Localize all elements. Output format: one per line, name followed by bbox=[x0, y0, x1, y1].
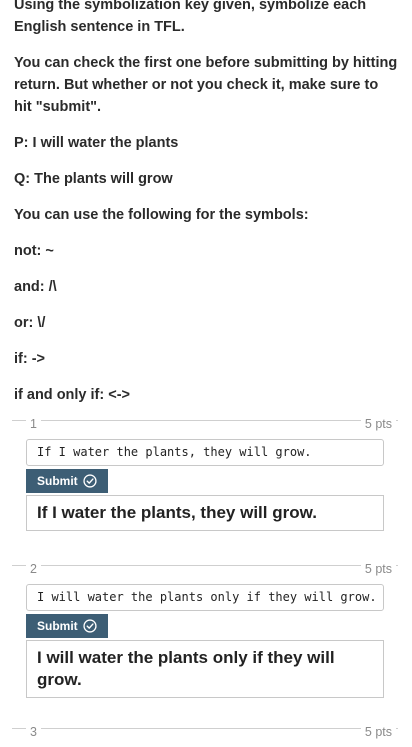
question-1: 1 5 pts If I water the plants, they will… bbox=[12, 417, 398, 531]
symbols-intro: You can use the following for the symbol… bbox=[14, 207, 309, 223]
submit-button[interactable]: Submit bbox=[26, 469, 108, 493]
symbol-and: and: /\ bbox=[14, 279, 57, 295]
symbol-or: or: \/ bbox=[14, 315, 46, 331]
question-points: 5 pts bbox=[360, 725, 396, 739]
question-number: 2 bbox=[26, 562, 41, 576]
submit-label: Submit bbox=[37, 619, 78, 633]
symbol-iff: if and only if: <-> bbox=[14, 387, 131, 403]
question-3: 3 5 pts bbox=[12, 725, 398, 747]
question-2: 2 5 pts I will water the plants only if … bbox=[12, 562, 398, 698]
key-q: Q: The plants will grow bbox=[14, 171, 173, 187]
instructions: Using the symbolization key given, symbo… bbox=[0, 0, 412, 406]
symbol-if: if: -> bbox=[14, 351, 46, 367]
answer-input[interactable]: I will water the plants only if they wil… bbox=[26, 584, 384, 611]
submit-button[interactable]: Submit bbox=[26, 614, 108, 638]
check-circle-icon bbox=[83, 474, 97, 488]
answer-input[interactable]: If I water the plants, they will grow. bbox=[26, 439, 384, 466]
symbol-not: not: ~ bbox=[14, 243, 54, 259]
instruction-main: Using the symbolization key given, symbo… bbox=[14, 0, 367, 35]
check-circle-icon bbox=[83, 619, 97, 633]
question-points: 5 pts bbox=[360, 562, 396, 576]
key-p: P: I will water the plants bbox=[14, 135, 179, 151]
submit-label: Submit bbox=[37, 474, 78, 488]
question-number: 3 bbox=[26, 725, 41, 739]
answer-result: If I water the plants, they will grow. bbox=[26, 495, 384, 531]
instruction-submit-note: You can check the first one before submi… bbox=[14, 55, 398, 115]
question-points: 5 pts bbox=[360, 417, 396, 431]
answer-result: I will water the plants only if they wil… bbox=[26, 640, 384, 698]
question-number: 1 bbox=[26, 417, 41, 431]
